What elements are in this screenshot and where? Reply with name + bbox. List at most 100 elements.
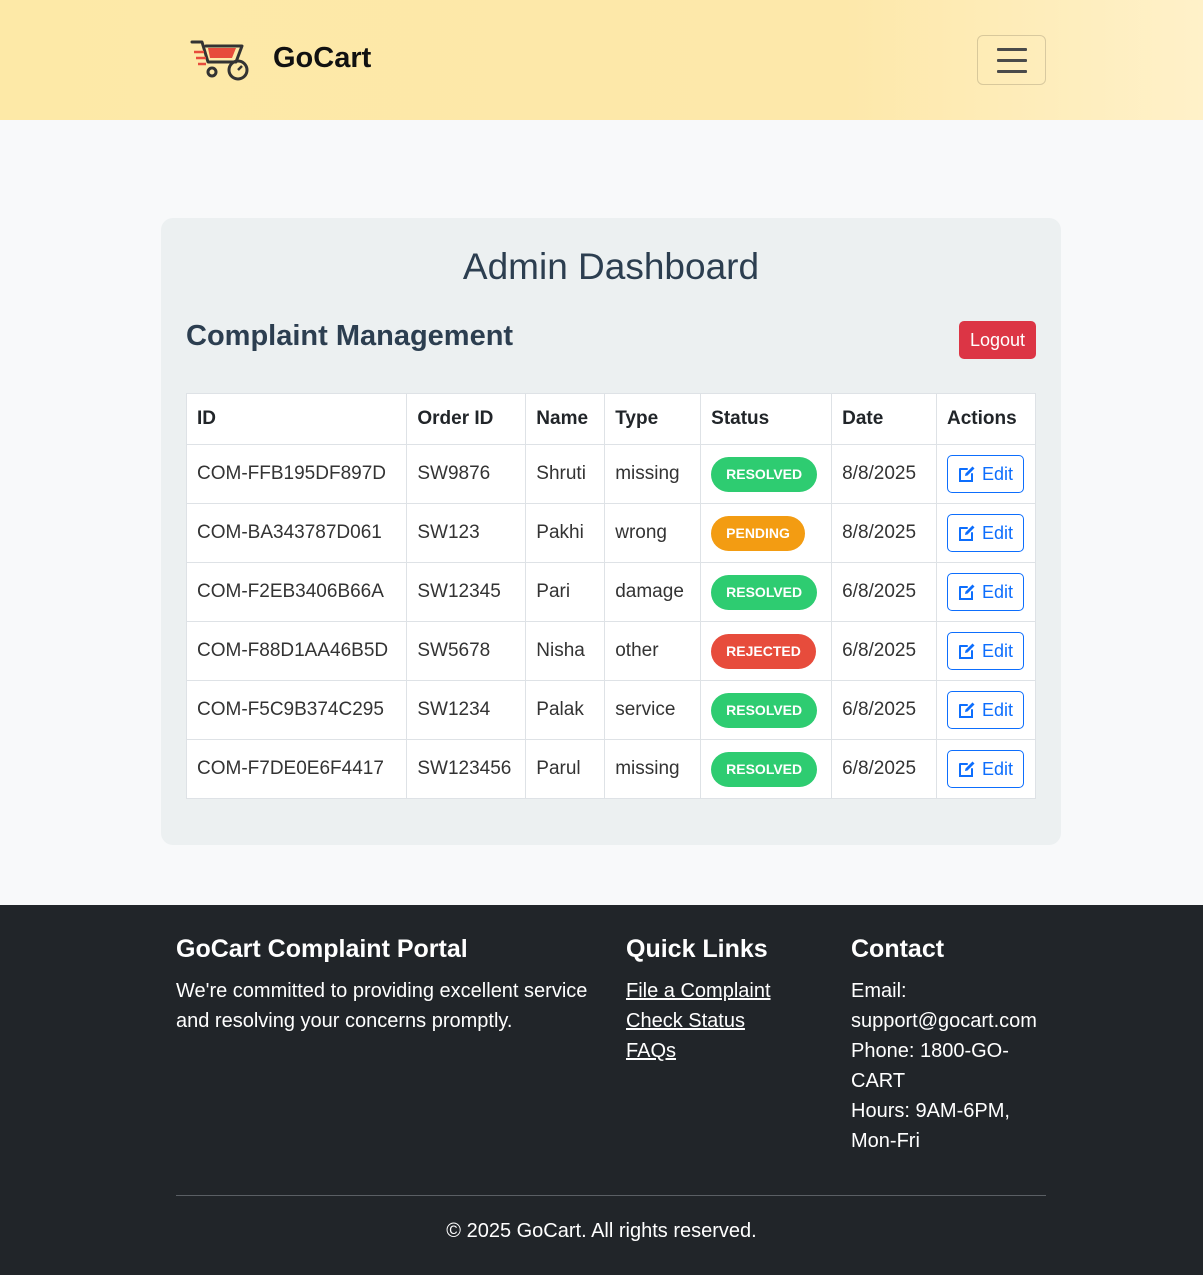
table-row: COM-FFB195DF897D SW9876 Shruti missing RESOL…: [185, 444, 1037, 504]
column-header: Status: [700, 393, 833, 445]
cell-name: Shruti: [525, 444, 606, 504]
edit-button-label: Edit: [981, 463, 1013, 484]
cell-date: 8/8/2025: [831, 503, 937, 563]
page-title: Admin Dashboard: [462, 246, 760, 287]
footer-quick-links: Quick Links File a Complaint Check Statu…: [626, 935, 826, 1066]
status-badge: RESOLVED: [711, 574, 818, 610]
brand-link[interactable]: GoCart: [190, 34, 371, 82]
copyright-text: © 2025 GoCart. All rights reserved.: [446, 1220, 757, 1242]
cell-date: 8/8/2025: [831, 444, 937, 504]
cell-status: REJECTED: [700, 621, 833, 681]
footer-about: GoCart Complaint Portal We're committed …: [176, 935, 601, 1036]
cell-complaint-id: COM-F88D1AA46B5D: [185, 621, 408, 681]
edit-button[interactable]: Edit: [946, 573, 1024, 611]
cell-complaint-id: COM-F5C9B374C295: [185, 680, 408, 740]
cell-status: RESOLVED: [700, 739, 833, 799]
cell-order-id: SW123456: [406, 739, 527, 799]
cell-type: service: [604, 680, 702, 740]
edit-button[interactable]: Edit: [946, 632, 1024, 670]
status-badge: REJECTED: [711, 633, 816, 669]
cell-type: damage: [604, 562, 702, 622]
brand-name: GoCart: [273, 41, 372, 74]
footer-contact-title: Contact: [851, 935, 945, 963]
footer: GoCart Complaint Portal We're committed …: [0, 905, 1203, 1275]
column-header: Date: [831, 393, 937, 445]
column-header: Actions: [935, 393, 1037, 445]
edit-icon: [958, 643, 975, 659]
table-header-row: ID Order ID Name Type Status Date Action…: [185, 393, 1037, 445]
column-header: Order ID: [406, 393, 527, 445]
cell-complaint-id: COM-F7DE0E6F4417: [185, 739, 408, 799]
footer-divider: [176, 1195, 1046, 1196]
edit-button-label: Edit: [981, 581, 1013, 602]
edit-icon: [958, 466, 975, 482]
edit-icon: [958, 761, 975, 777]
cell-status: RESOLVED: [700, 680, 833, 740]
cell-order-id: SW1234: [406, 680, 527, 740]
cell-type: other: [604, 621, 702, 681]
table-row: COM-F7DE0E6F4417 SW123456 Parul missing RESO…: [185, 739, 1037, 799]
cell-order-id: SW5678: [406, 621, 527, 681]
footer-link-file-complaint[interactable]: File a Complaint: [626, 976, 826, 1006]
edit-icon: [958, 584, 975, 600]
cell-complaint-id: COM-F2EB3406B66A: [185, 562, 408, 622]
cell-actions: Edit: [935, 680, 1037, 740]
complaints-table: ID Order ID Name Type Status Date Action…: [185, 393, 1037, 799]
cell-actions: Edit: [935, 621, 1037, 681]
contact-hours: Hours: 9AM-6PM, Mon-Fri: [851, 1100, 1010, 1152]
cell-date: 6/8/2025: [831, 680, 937, 740]
edit-button[interactable]: Edit: [946, 691, 1024, 729]
column-header: Name: [525, 393, 606, 445]
edit-button-label: Edit: [981, 640, 1013, 661]
footer-link-check-status[interactable]: Check Status: [626, 1006, 826, 1036]
status-badge: RESOLVED: [711, 692, 818, 728]
menu-toggle-button[interactable]: [977, 35, 1046, 85]
hamburger-icon-bar: [996, 47, 1027, 51]
section-title: Complaint Management: [186, 320, 514, 352]
cell-status: PENDING: [700, 503, 833, 563]
cell-date: 6/8/2025: [831, 621, 937, 681]
cell-order-id: SW9876: [406, 444, 527, 504]
table-row: COM-F5C9B374C295 SW1234 Palak service RESOLV…: [185, 680, 1037, 740]
cell-type: missing: [604, 739, 702, 799]
hamburger-icon-bar: [996, 58, 1027, 62]
footer-links-title: Quick Links: [626, 935, 768, 963]
footer-about-title: GoCart Complaint Portal: [176, 935, 468, 963]
edit-button[interactable]: Edit: [946, 455, 1024, 493]
cell-order-id: SW12345: [406, 562, 527, 622]
cell-complaint-id: COM-BA343787D061: [185, 503, 408, 563]
cell-name: Parul: [525, 739, 606, 799]
hamburger-icon-bar: [996, 69, 1027, 73]
cell-name: Pari: [525, 562, 606, 622]
table-row: COM-F2EB3406B66A SW12345 Pari damage RESOLVE…: [185, 562, 1037, 622]
footer-contact: Contact Email: support@gocart.com Phone:…: [851, 935, 1046, 1156]
footer-link-faqs[interactable]: FAQs: [626, 1036, 826, 1066]
contact-email: Email: support@gocart.com: [851, 980, 1037, 1032]
cart-logo-icon: [190, 40, 249, 81]
edit-button-label: Edit: [981, 522, 1013, 543]
footer-about-text: We're committed to providing excellent s…: [176, 980, 588, 1032]
logout-button[interactable]: Logout: [959, 321, 1036, 359]
edit-icon: [958, 702, 975, 718]
status-badge: RESOLVED: [711, 751, 818, 787]
cell-name: Palak: [525, 680, 606, 740]
admin-card: Admin Dashboard Complaint Management Log…: [161, 218, 1061, 845]
status-badge: PENDING: [711, 515, 805, 551]
edit-button[interactable]: Edit: [946, 514, 1024, 552]
status-badge: RESOLVED: [711, 456, 818, 492]
contact-phone: Phone: 1800-GO-CART: [851, 1040, 1009, 1092]
edit-button-label: Edit: [981, 758, 1013, 779]
table-row: COM-F88D1AA46B5D SW5678 Nisha other REJECTED…: [185, 621, 1037, 681]
cell-type: missing: [604, 444, 702, 504]
cell-order-id: SW123: [406, 503, 527, 563]
edit-icon: [958, 525, 975, 541]
edit-button[interactable]: Edit: [946, 750, 1024, 788]
cell-type: wrong: [604, 503, 702, 563]
cell-status: RESOLVED: [700, 444, 833, 504]
column-header: Type: [604, 393, 702, 445]
cell-date: 6/8/2025: [831, 739, 937, 799]
cell-actions: Edit: [935, 739, 1037, 799]
column-header: ID: [185, 393, 408, 445]
table-row: COM-BA343787D061 SW123 Pakhi wrong PENDING 8/…: [185, 503, 1037, 563]
cell-name: Nisha: [525, 621, 606, 681]
